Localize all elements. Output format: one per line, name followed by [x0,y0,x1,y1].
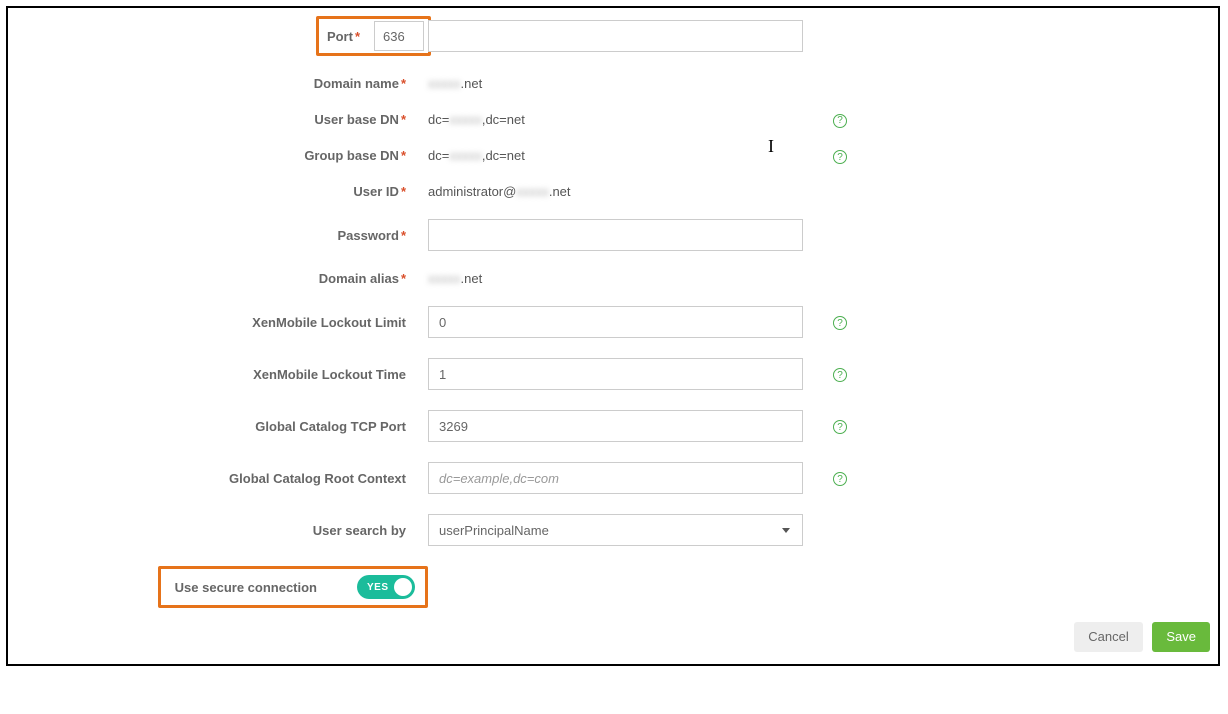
user-search-by-select[interactable]: userPrincipalName [428,514,803,546]
password-input[interactable] [428,219,803,251]
user-search-by-label: User search by [8,523,428,538]
text-cursor-icon: I [768,136,774,157]
domain-name-row: Domain name* xxxxx.net [8,76,1218,91]
help-icon[interactable]: ? [833,420,847,434]
gc-tcp-port-input[interactable] [428,410,803,442]
gc-tcp-port-label: Global Catalog TCP Port [8,419,428,434]
domain-alias-input[interactable]: xxxxx.net [428,271,803,286]
use-secure-toggle[interactable]: YES [357,575,415,599]
toggle-text: YES [357,582,389,593]
gc-root-ctx-label: Global Catalog Root Context [8,471,428,486]
port-mini-input[interactable] [374,21,424,51]
gc-root-ctx-input[interactable] [428,462,803,494]
user-id-label: User ID* [8,184,428,199]
lockout-time-label: XenMobile Lockout Time [8,367,428,382]
user-base-dn-label: User base DN* [8,112,428,127]
use-secure-highlight: Use secure connection YES [158,566,428,608]
save-button[interactable]: Save [1152,622,1210,652]
lockout-limit-input[interactable] [428,306,803,338]
domain-alias-row: Domain alias* xxxxx.net [8,271,1218,286]
domain-name-input[interactable]: xxxxx.net [428,76,803,91]
chevron-down-icon [782,528,790,533]
port-label: Port* [321,29,374,44]
use-secure-label: Use secure connection [165,580,357,595]
port-highlight-box: Port* [316,16,431,56]
lockout-limit-row: XenMobile Lockout Limit ? [8,306,1218,338]
user-base-dn-row: User base DN* dc=xxxxx,dc=net ? [8,111,1218,128]
group-base-dn-row: Group base DN* dc=xxxxx,dc=net I ? [8,148,1218,165]
use-secure-row: Use secure connection YES [8,566,1218,608]
password-row: Password* [8,219,1218,251]
user-search-by-value: userPrincipalName [439,523,549,538]
form-container: Port* Domain name* xxxxx.net User base D… [6,6,1220,666]
help-icon[interactable]: ? [833,114,847,128]
domain-alias-label: Domain alias* [8,271,428,286]
password-label: Password* [8,228,428,243]
help-icon[interactable]: ? [833,150,847,164]
port-input[interactable] [428,20,803,52]
help-icon[interactable]: ? [833,316,847,330]
user-search-by-row: User search by userPrincipalName [8,514,1218,546]
group-base-dn-label: Group base DN* [8,148,428,163]
lockout-time-input[interactable] [428,358,803,390]
toggle-knob [394,578,412,596]
cancel-button[interactable]: Cancel [1074,622,1142,652]
user-base-dn-input[interactable]: dc=xxxxx,dc=net [428,112,803,127]
group-base-dn-input[interactable]: dc=xxxxx,dc=net [428,148,803,163]
user-id-input[interactable]: administrator@xxxxx.net [428,184,803,199]
gc-root-ctx-row: Global Catalog Root Context ? [8,462,1218,494]
user-id-row: User ID* administrator@xxxxx.net [8,184,1218,199]
lockout-limit-label: XenMobile Lockout Limit [8,315,428,330]
help-icon[interactable]: ? [833,472,847,486]
help-icon[interactable]: ? [833,368,847,382]
port-row: Port* [8,16,1218,56]
gc-tcp-port-row: Global Catalog TCP Port ? [8,410,1218,442]
domain-name-label: Domain name* [8,76,428,91]
footer: Cancel Save [8,618,1218,656]
lockout-time-row: XenMobile Lockout Time ? [8,358,1218,390]
